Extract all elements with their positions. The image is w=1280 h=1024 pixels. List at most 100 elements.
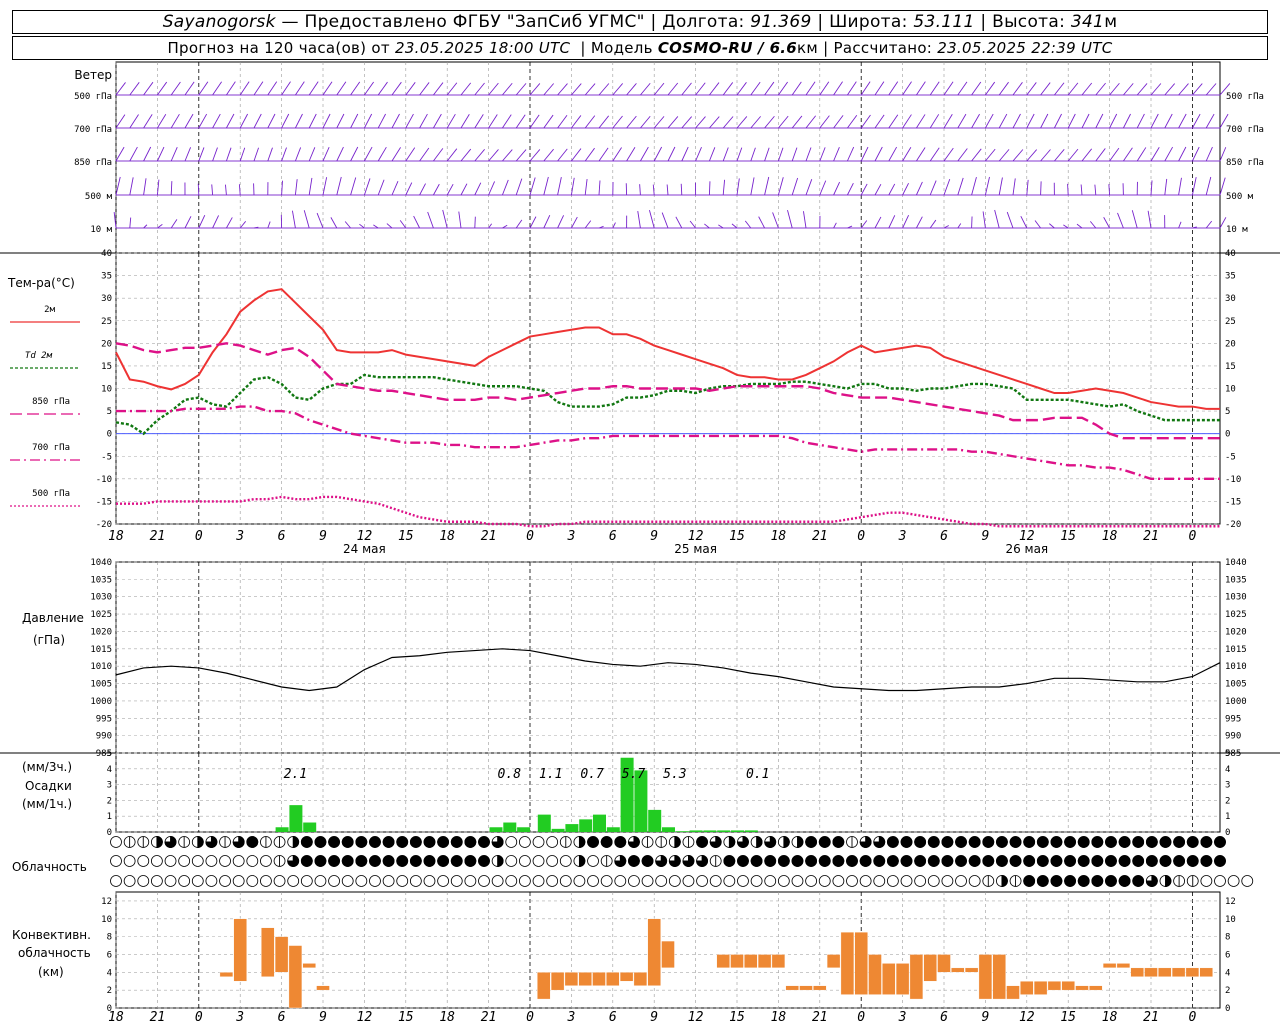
wind-barb <box>943 81 954 96</box>
cloud-fill-full <box>314 836 327 848</box>
wind-barb <box>1109 147 1120 162</box>
conv-tick-right: 6 <box>1225 950 1230 960</box>
wind-barb <box>888 215 896 229</box>
wind-barb <box>460 82 472 96</box>
wind-barb <box>446 183 454 196</box>
wind-barb <box>1150 113 1159 129</box>
wind-level-left: 10 м <box>90 225 112 235</box>
temp-tick-left: 15 <box>101 362 112 372</box>
cloud-fill-full <box>355 855 368 867</box>
wind-barb <box>529 149 541 162</box>
wind-barb <box>364 81 374 96</box>
pres-tick-left: 1020 <box>90 627 112 637</box>
wind-barb <box>722 82 734 96</box>
wind-barb <box>722 179 726 196</box>
cloud-circle <box>832 875 845 887</box>
convective-bar <box>1171 967 1186 977</box>
hour-label-temp: 15 <box>729 529 745 544</box>
cloud-circle <box>886 875 899 887</box>
cloud-circle <box>532 836 545 848</box>
cloud-fill-partial <box>292 836 300 848</box>
wind-barb <box>805 179 813 196</box>
cloud-fill-full <box>1132 875 1145 887</box>
cloud-circle <box>314 875 327 887</box>
wind-barb <box>985 113 994 129</box>
cloud-circle <box>1241 875 1254 887</box>
wind-barb <box>929 219 937 229</box>
cloud-fill-full <box>982 836 995 848</box>
prec-tick-right: 2 <box>1225 796 1230 806</box>
wind-barb <box>377 146 387 162</box>
convective-bar <box>1006 985 1020 1000</box>
wind-barb <box>143 81 154 96</box>
wind-barb <box>336 176 342 196</box>
precip-bar <box>689 830 703 832</box>
wind-barb <box>197 183 200 196</box>
cloud-fill-full <box>750 855 763 867</box>
prec-tick-right: 0 <box>1225 828 1230 838</box>
cloud-circle <box>137 855 150 867</box>
cloud-fill-full <box>764 855 777 867</box>
pressure-unit: (гПа) <box>33 633 65 647</box>
cloud-fill-full <box>382 855 395 867</box>
precip-bar <box>648 809 662 832</box>
precip-3h-label: 0.7 <box>580 767 604 782</box>
cloud-circle <box>191 875 204 887</box>
wind-barb <box>170 146 178 162</box>
wind-barb <box>515 83 527 96</box>
day-label: 25 мая <box>674 542 717 556</box>
cloud-circle <box>559 855 572 867</box>
wind-barb <box>501 179 509 196</box>
wind-barb <box>833 222 837 229</box>
cloud-fill-full <box>300 855 313 867</box>
wind-barb <box>1136 113 1145 129</box>
cloud-circle <box>396 875 409 887</box>
temp-tick-left: 20 <box>101 339 112 349</box>
hour-label-bottom: 18 <box>439 1010 455 1024</box>
hour-label-temp: 6 <box>609 529 617 544</box>
wind-barb <box>212 215 220 229</box>
cloud-fill-full <box>1105 836 1117 848</box>
pres-tick-left: 1040 <box>90 558 112 568</box>
hour-label-bottom: 15 <box>729 1010 745 1024</box>
wind-barb <box>143 114 153 129</box>
hour-label-bottom: 9 <box>319 1010 327 1024</box>
wind-barb <box>170 81 181 96</box>
cloud-fill-full <box>1173 855 1186 867</box>
precip-3h-label: 2.1 <box>284 767 307 782</box>
precip-bar <box>565 824 579 832</box>
wind-barb <box>1178 221 1182 229</box>
convective-bar <box>619 972 634 982</box>
convective-bar <box>1130 967 1144 977</box>
wind-barb <box>115 82 126 96</box>
wind-barb <box>772 212 779 229</box>
wind-barb <box>805 147 812 162</box>
pres-tick-right: 1005 <box>1225 680 1247 690</box>
cloud-circle <box>382 875 395 887</box>
cloud-circle <box>137 875 150 887</box>
temp-legend-label: Td 2м <box>25 351 53 361</box>
cloud-circle <box>287 875 300 887</box>
cloud-fill-full <box>1159 836 1172 848</box>
cloud-circle <box>110 855 122 867</box>
convective-bar <box>757 954 772 969</box>
wind-barb <box>1150 146 1160 162</box>
wind-barb <box>994 209 1000 229</box>
cloud-fill-partial <box>728 836 736 848</box>
precip-title-1: (мм/3ч.) <box>22 760 72 774</box>
wind-barb <box>377 81 388 96</box>
wind-barb <box>637 210 641 229</box>
wind-barb <box>330 217 338 229</box>
temp-tick-right: 15 <box>1225 362 1236 372</box>
convective-title-1: Конвективн. <box>12 928 91 942</box>
wind-barb <box>212 147 218 162</box>
wind-barb <box>239 147 246 162</box>
wind-barb <box>1117 212 1124 229</box>
wind-barb <box>929 81 940 96</box>
convective-bar <box>730 954 744 969</box>
convective-bar <box>799 985 813 991</box>
wind-barb <box>1108 184 1111 196</box>
wind-barb <box>704 223 710 229</box>
cloud-circle <box>655 875 668 887</box>
cloud-circle <box>123 855 136 867</box>
